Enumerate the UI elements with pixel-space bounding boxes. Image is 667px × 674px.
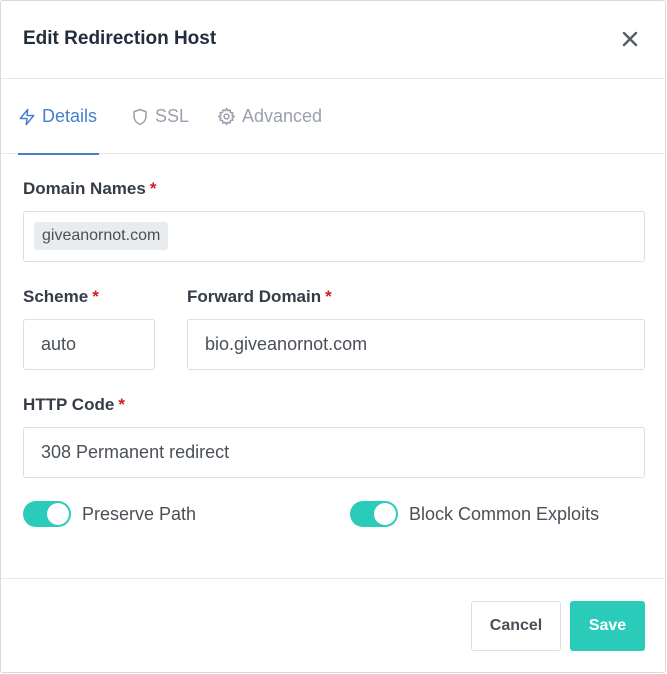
toggle-knob [374,503,396,525]
domain-chip[interactable]: giveanornot.com [34,222,169,250]
close-button[interactable] [619,28,641,50]
domain-names-input[interactable]: giveanornot.com [23,211,645,262]
preserve-path-toggle[interactable]: Preserve Path [23,501,196,527]
domain-names-label-text: Domain Names [23,179,146,198]
forward-domain-label: Forward Domain * [187,287,332,307]
scheme-select[interactable]: auto [23,319,155,370]
http-code-value: 308 Permanent redirect [41,442,230,462]
block-common-exploits-toggle[interactable]: Block Common Exploits [350,501,599,527]
tab-ssl-label: SSL [155,106,190,126]
scheme-label-text: Scheme [23,287,89,306]
dialog-footer: Cancel Save [1,578,665,672]
http-code-label: HTTP Code * [23,395,125,415]
dialog-title: Edit Redirection Host [23,28,217,49]
save-button[interactable]: Save [570,601,645,651]
preserve-path-label: Preserve Path [82,503,197,524]
cancel-button[interactable]: Cancel [471,601,561,651]
shield-icon [133,108,147,125]
forward-domain-value: bio.giveanornot.com [205,334,368,354]
tab-details[interactable]: Details [18,79,99,155]
toggle-knob [47,503,69,525]
required-mark: * [92,287,99,306]
block-common-exploits-label: Block Common Exploits [409,503,600,524]
toggle-switch[interactable] [350,501,398,527]
tab-ssl[interactable]: SSL [131,79,189,154]
required-mark: * [118,395,125,414]
domain-names-label: Domain Names * [23,179,156,199]
tab-details-label: Details [42,106,98,126]
required-mark: * [325,287,332,306]
scheme-label: Scheme * [23,287,99,307]
gear-icon [217,107,236,126]
scheme-value: auto [41,334,77,354]
tab-advanced-label: Advanced [242,106,323,126]
required-mark: * [149,179,157,198]
dialog-header: Edit Redirection Host [1,1,665,79]
tab-advanced[interactable]: Advanced [217,79,322,154]
http-code-select[interactable]: 308 Permanent redirect [23,427,645,478]
lightning-icon [19,108,35,125]
edit-redirection-host-dialog: Edit Redirection Host Details SSL Advanc… [0,0,666,673]
tab-bar: Details SSL Advanced [1,79,665,155]
close-icon [622,31,638,47]
forward-domain-input[interactable]: bio.giveanornot.com [187,319,645,370]
forward-domain-label-text: Forward Domain [187,287,322,306]
toggle-switch[interactable] [23,501,71,527]
http-code-label-text: HTTP Code [23,395,115,414]
